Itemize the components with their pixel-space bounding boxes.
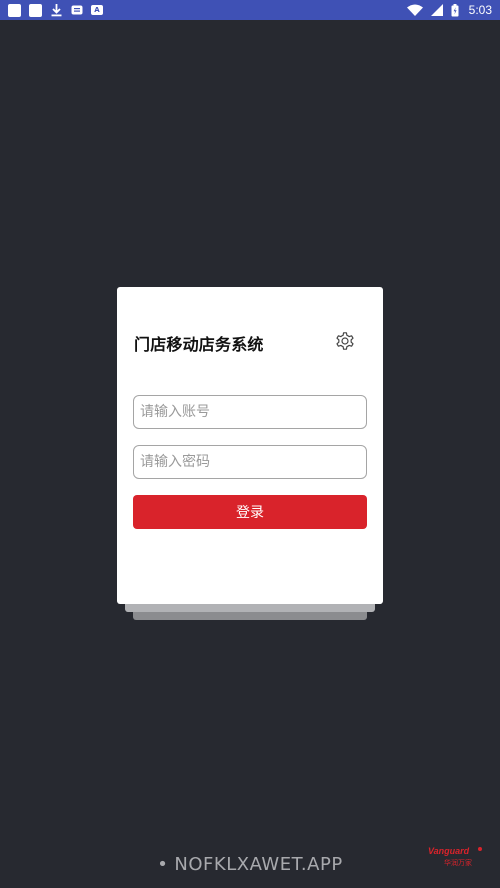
footer-watermark: • NOFKLXAWET.APP [0,854,500,875]
password-input[interactable] [134,446,366,478]
status-bar-left: A [8,3,103,17]
footer-text: NOFKLXAWET.APP [174,854,343,875]
battery-icon [451,3,459,16]
wifi-icon [406,4,423,16]
login-card: 门店移动店务系统 登录 [117,287,383,604]
brand-name: Vanguard [428,846,470,856]
brand-logo: Vanguard 华润万家 [428,846,484,870]
square-icon [29,3,42,17]
download-icon [51,4,62,17]
password-field[interactable] [133,445,367,479]
settings-button[interactable] [333,329,357,353]
status-bar-right: 5:03 [406,3,492,17]
status-time: 5:03 [468,3,492,17]
status-bar: A 5:03 [0,0,500,20]
account-input[interactable] [134,396,366,428]
gear-icon [336,332,354,350]
app-title: 门店移动店务系统 [134,335,264,354]
brand-dot [478,847,482,851]
a-icon: A [91,5,103,15]
square-icon [8,3,21,17]
footer-bullet: • [157,854,169,875]
notification-icon [71,5,83,15]
account-field[interactable] [133,395,367,429]
brand-subtitle: 华润万家 [444,859,472,867]
login-button[interactable]: 登录 [133,495,367,529]
signal-icon [430,4,443,16]
